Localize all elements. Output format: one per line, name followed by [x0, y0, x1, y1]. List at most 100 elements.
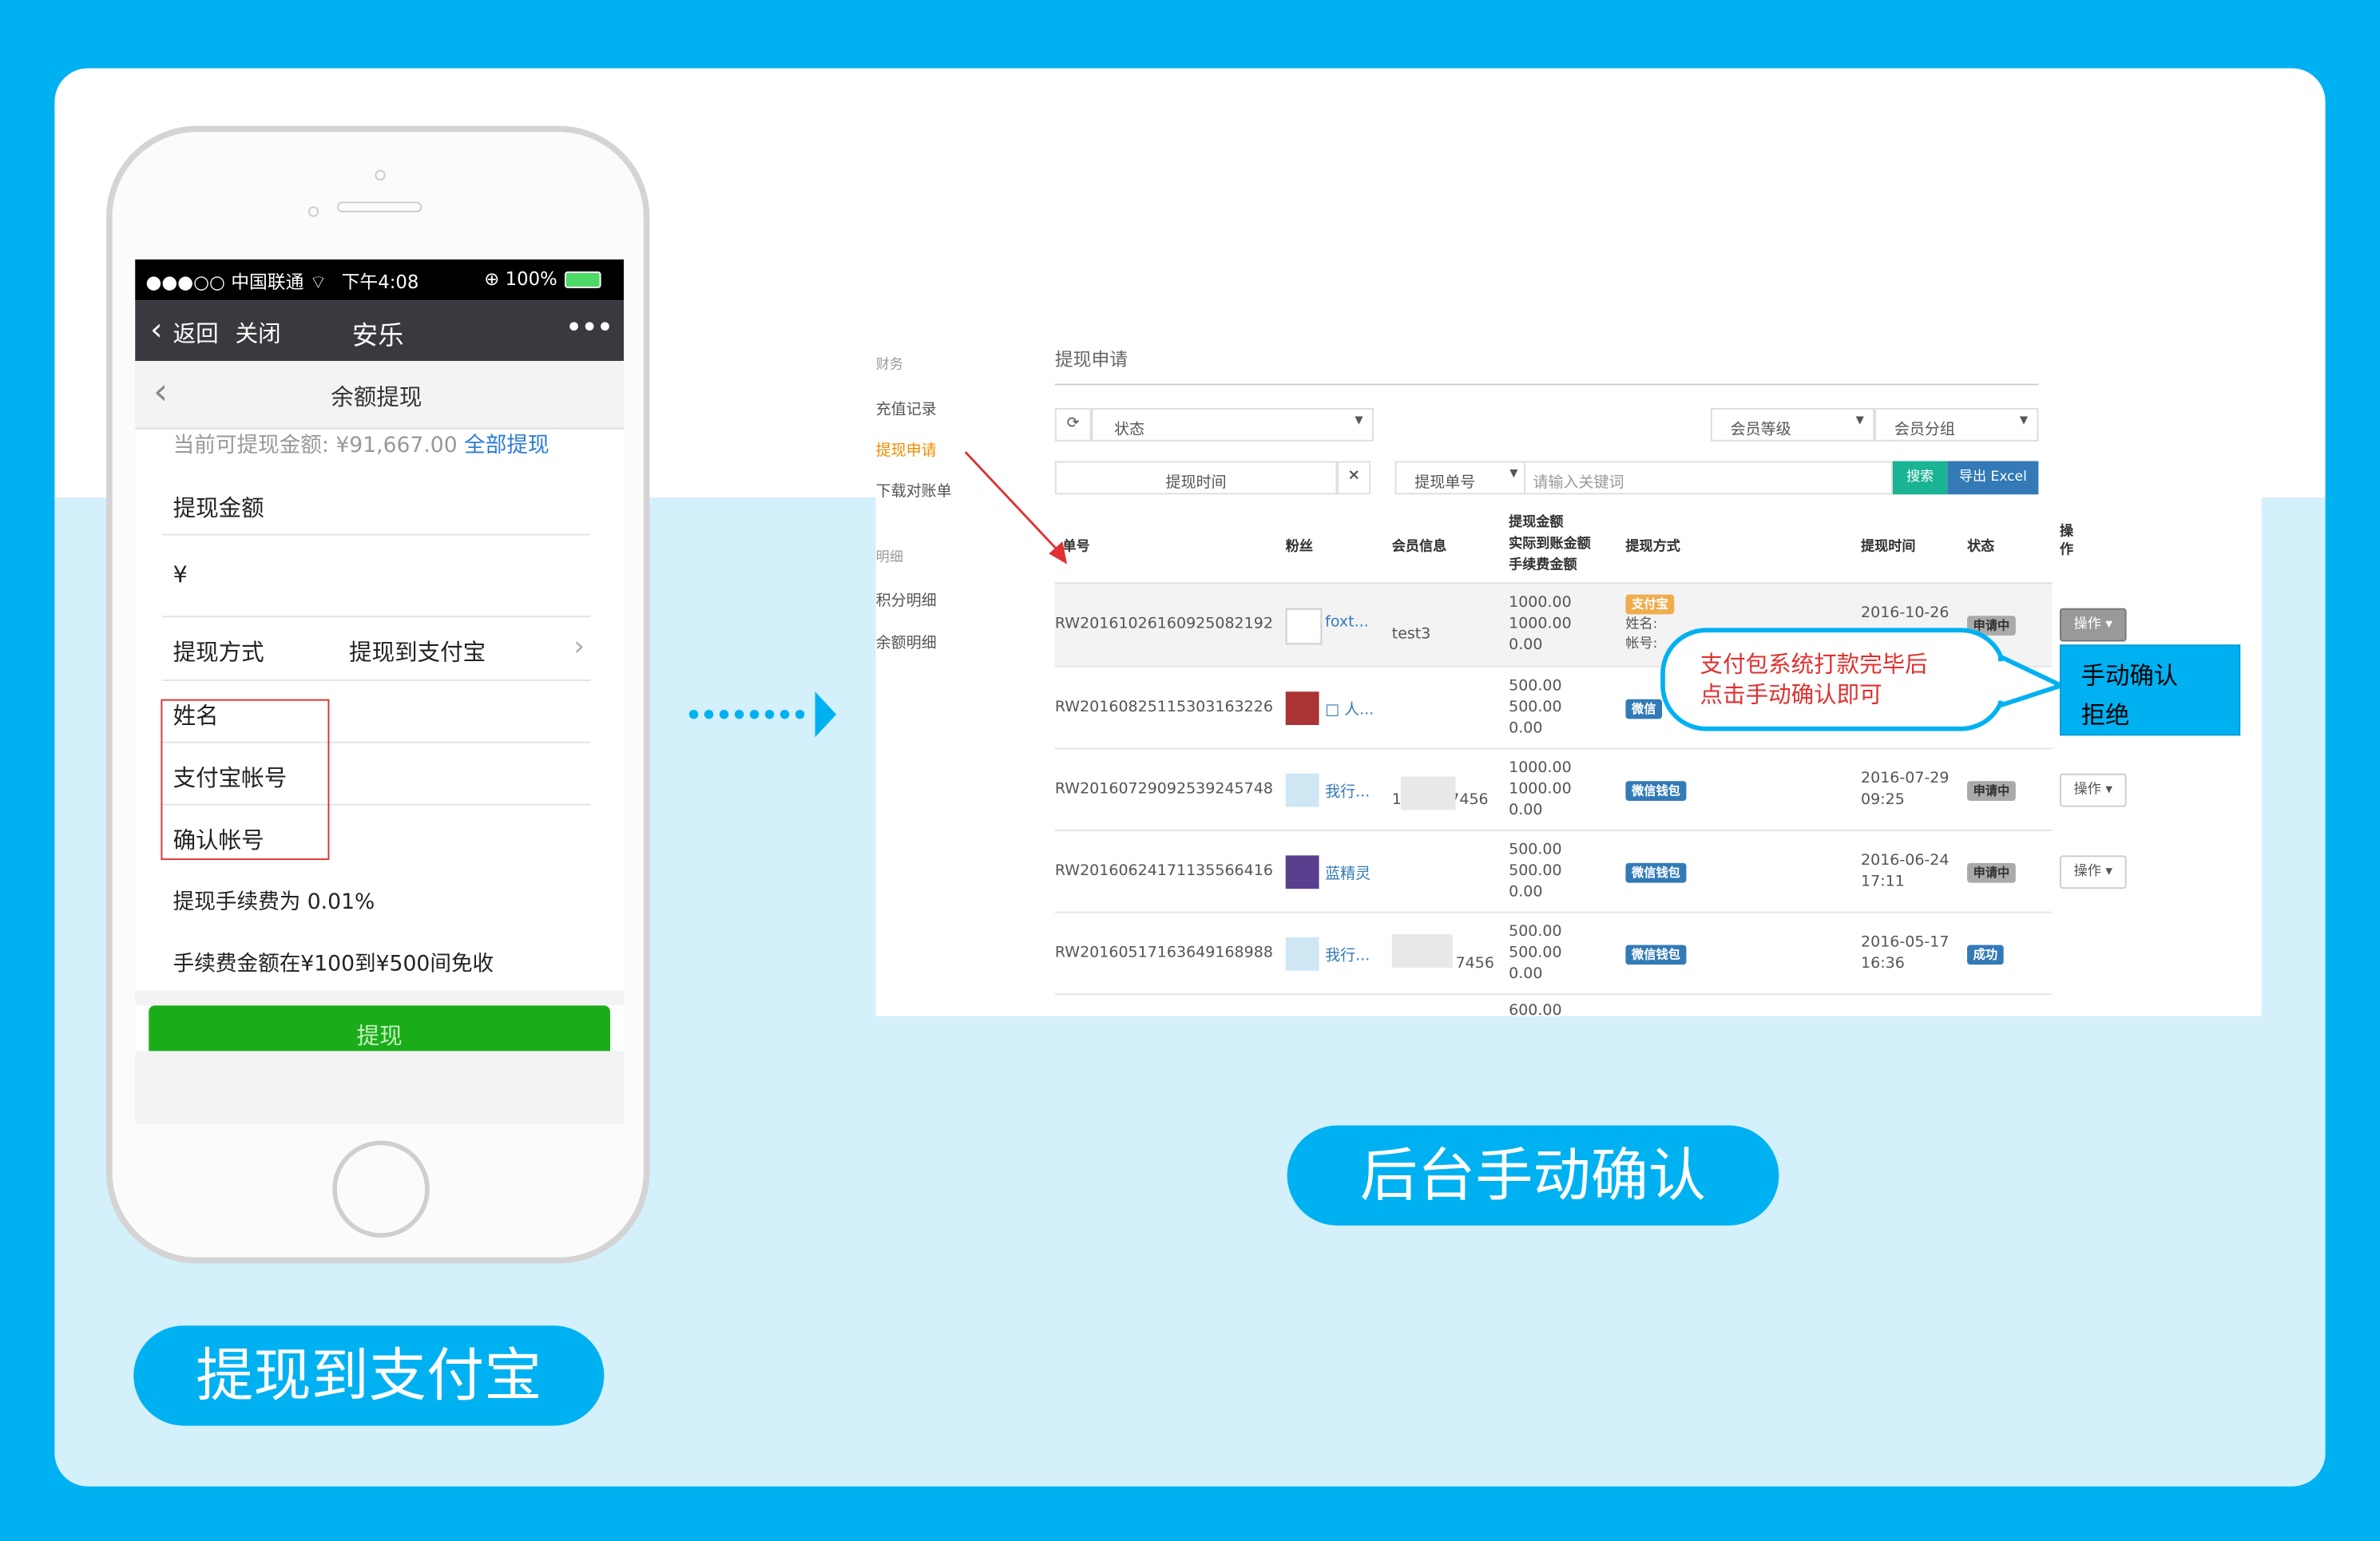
red-highlight-box: [161, 699, 330, 861]
amount-input[interactable]: ¥: [173, 561, 188, 588]
phone-camera: [375, 169, 386, 181]
export-excel-button[interactable]: 导出 Excel: [1947, 461, 2039, 495]
amount: 1000.00: [1509, 594, 1572, 612]
submit-button[interactable]: 提现: [149, 1005, 611, 1052]
clear-time-icon[interactable]: ×: [1337, 461, 1371, 495]
fan-avatar: [1285, 691, 1319, 726]
divider: [162, 616, 591, 618]
amount: 1000.00: [1509, 759, 1572, 777]
back-chevron-icon[interactable]: ‹: [150, 311, 162, 347]
balance-label: 当前可提现金额: ¥91,667.00: [173, 434, 458, 458]
chevron-right-icon[interactable]: ›: [573, 631, 585, 663]
order-id: RW20161026160925082192: [1054, 616, 1273, 633]
label-left: 提现到支付宝: [133, 1325, 605, 1426]
search-label: 搜索: [1906, 469, 1934, 485]
action-button[interactable]: 操作 ▾: [2059, 608, 2127, 642]
blurred-member-info: [1391, 934, 1453, 968]
sidebar-item-recharge[interactable]: 充值记录: [876, 396, 937, 418]
actual-amount: 500.00: [1509, 945, 1562, 962]
manual-confirm-option[interactable]: 手动确认: [2081, 656, 2179, 692]
refresh-button[interactable]: ⟳: [1054, 407, 1092, 442]
method-value[interactable]: 提现到支付宝: [349, 636, 486, 668]
method-extra: 姓名: 帐号:: [1625, 617, 1658, 652]
red-arrow-icon: [964, 451, 1068, 565]
method-badge: 微信: [1625, 699, 1663, 719]
col-time: 提现时间: [1861, 540, 1916, 556]
method-badge: 微信钱包: [1625, 945, 1687, 965]
sidebar-item-statement[interactable]: 下载对账单: [876, 477, 952, 501]
status-select[interactable]: 状态 ▼: [1091, 407, 1374, 442]
keyword-search-input[interactable]: 请输入关键词: [1524, 461, 1893, 495]
col-status: 状态: [1967, 540, 1995, 556]
amount: 500.00: [1509, 678, 1562, 695]
withdraw-time: 17:11: [1861, 873, 1905, 891]
order-type-select[interactable]: 提现单号 ▼: [1394, 461, 1526, 495]
page-back-icon[interactable]: ‹: [153, 370, 168, 413]
status-badge: 成功: [1967, 945, 2004, 965]
withdraw-time: 16:36: [1861, 955, 1905, 973]
sidebar-section-details: 明细: [875, 550, 903, 566]
fee-amount: 0.00: [1509, 636, 1543, 654]
status-time: 下午4:08: [341, 271, 419, 293]
phone-sensor: [307, 206, 319, 217]
divider: [162, 679, 591, 681]
fan-name[interactable]: □ 人...: [1325, 696, 1374, 719]
table-row: RW20160517163649168988 我行... 7456 500.00…: [1054, 911, 2053, 995]
sidebar-item-balance[interactable]: 余额明细: [876, 629, 937, 652]
withdraw-date: 2016-05-17: [1861, 934, 1950, 952]
amount-label: 提现金额: [173, 494, 264, 522]
member-level-select[interactable]: 会员等级 ▼: [1710, 407, 1875, 442]
sidebar-item-withdraw[interactable]: 提现申请: [876, 437, 937, 460]
action-label: 操作: [2073, 617, 2101, 633]
search-button[interactable]: 搜索: [1892, 461, 1948, 495]
keyword-placeholder: 请输入关键词: [1533, 474, 1624, 492]
amount: 600.00: [1509, 1002, 1562, 1016]
status-bar: ●●●○○ 中国联通 ⌔ 下午4:08 ⊕ 100%: [135, 259, 625, 301]
member-group-label: 会员分组: [1894, 422, 1955, 438]
col-action: 操 作: [2059, 525, 2074, 559]
form-bottom: [135, 990, 625, 1006]
fan-avatar: [1285, 937, 1319, 971]
fee-amount: 0.00: [1509, 802, 1543, 819]
page-header: ‹ 余额提现: [135, 361, 625, 430]
home-button[interactable]: [332, 1140, 430, 1238]
back-button[interactable]: 返回: [173, 317, 219, 349]
dotted-arrow-icon: [688, 691, 837, 738]
more-menu-icon[interactable]: •••: [566, 312, 613, 341]
reject-option[interactable]: 拒绝: [2081, 695, 2130, 731]
sidebar-item-points[interactable]: 积分明细: [876, 587, 937, 610]
withdraw-all-link[interactable]: 全部提现: [464, 434, 549, 458]
action-label: 操作: [2073, 864, 2101, 880]
actual-amount: 1000.00: [1509, 781, 1572, 798]
fan-name[interactable]: 我行...: [1325, 778, 1370, 801]
phone-speaker: [336, 201, 422, 212]
label-left-text: 提现到支付宝: [196, 1342, 542, 1409]
order-type-label: 提现单号: [1414, 474, 1476, 492]
fan-avatar: [1285, 855, 1319, 889]
blurred-member-info: [1401, 776, 1456, 810]
fan-name[interactable]: foxt...: [1325, 614, 1369, 631]
close-button[interactable]: 关闭: [236, 317, 281, 349]
action-button[interactable]: 操作 ▾: [2059, 855, 2127, 889]
time-range-input[interactable]: 提现时间: [1054, 461, 1338, 495]
amount: 500.00: [1509, 842, 1562, 859]
action-button[interactable]: 操作 ▾: [2059, 773, 2127, 807]
method-badge: 微信钱包: [1625, 781, 1687, 801]
label-right-text: 后台手动确认: [1359, 1142, 1707, 1209]
battery-text: ⊕ 100%: [484, 268, 557, 290]
table-header: 单号 粉丝 会员信息 提现金额 实际到账金额 手续费金额 提现方式 提现时间 状…: [1055, 508, 2073, 584]
fee-note: 提现手续费为 0.01%: [173, 890, 375, 915]
fee-amount: 0.00: [1509, 966, 1543, 983]
balance-text: 当前可提现金额: ¥91,667.00 全部提现: [173, 430, 549, 460]
sidebar-section-finance: 财务: [875, 358, 903, 374]
fan-name[interactable]: 蓝精灵: [1325, 860, 1370, 883]
method-badge: 微信钱包: [1625, 862, 1687, 883]
actual-amount: 500.00: [1509, 699, 1562, 716]
status-badge: 申请中: [1967, 862, 2016, 883]
action-dropdown-menu: 手动确认 拒绝: [2059, 644, 2241, 736]
fan-name[interactable]: 我行...: [1325, 942, 1370, 965]
member-group-select[interactable]: 会员分组 ▼: [1874, 407, 2039, 442]
phone-screen: ●●●○○ 中国联通 ⌔ 下午4:08 ⊕ 100% ‹ 返回 关闭 安乐 ••…: [135, 259, 625, 1124]
fan-avatar: [1285, 773, 1319, 807]
withdraw-date: 2016-06-24: [1861, 852, 1950, 870]
